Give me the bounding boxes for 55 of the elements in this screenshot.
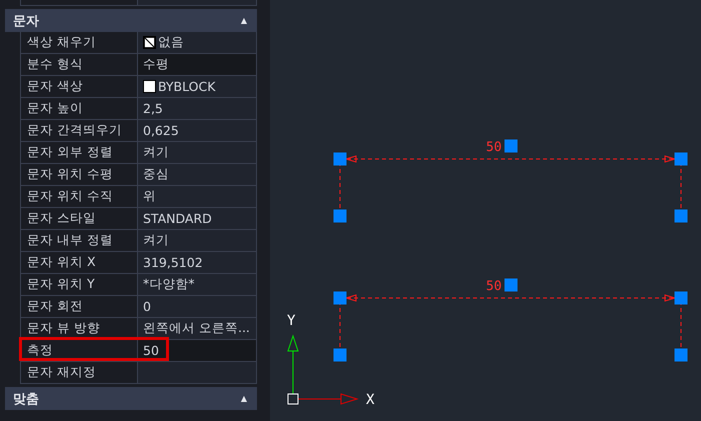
property-value[interactable]: 없음 [138,32,256,53]
value-text: 0,625 [143,123,179,138]
section-title: 맞춤 [13,390,39,408]
dimension-text: 50 [486,140,502,155]
property-value[interactable]: 왼쪽에서 오른쪽... [138,318,256,339]
collapse-caret[interactable]: ▲ [240,394,247,403]
grip-handle[interactable] [674,152,688,166]
y-axis-arrow [287,334,299,394]
property-value[interactable]: 수평 [138,54,256,75]
property-value[interactable]: *다양함* [138,274,256,295]
property-value[interactable]: 0,625 [138,120,256,141]
grip-handle[interactable] [674,348,688,362]
property-value[interactable]: 319,5102 [138,252,256,273]
property-value[interactable]: 2,5 [138,98,256,119]
section-title: 문자 [13,12,39,30]
dimension-text: 50 [486,279,502,294]
x-axis-arrow [298,393,359,405]
value-text: *다양함* [143,276,194,293]
ucs-origin-icon [288,394,298,404]
value-text: 없음 [158,34,184,51]
grip-handle[interactable] [334,210,346,222]
value-text: 0 [143,299,151,314]
value-text: 수평 [143,56,169,73]
property-value[interactable]: 50 [138,340,256,361]
property-value[interactable]: STANDARD [138,208,256,229]
section-header[interactable]: 맞춤 ▲ [5,387,257,410]
grip-handle[interactable] [674,210,688,222]
value-text: STANDARD [143,211,212,226]
property-value[interactable]: 0 [138,296,256,317]
collapse-caret[interactable]: ▲ [240,16,247,25]
property-value[interactable]: 켜기 [138,230,256,251]
no-fill-swatch-icon [143,36,156,49]
value-text: 켜기 [143,144,169,161]
grip-handle[interactable] [504,140,518,152]
y-axis-label: Y [287,313,296,329]
value-text: 2,5 [143,101,163,116]
grip-handle[interactable] [674,292,688,304]
value-text: 50 [143,343,159,358]
value-text: BYBLOCK [158,79,216,94]
value-text: 왼쪽에서 오른쪽... [143,320,250,337]
property-value[interactable]: BYBLOCK [138,76,256,97]
property-value[interactable] [138,362,256,383]
section-header[interactable]: 문자 ▲ [5,9,257,32]
property-value[interactable]: 위 [138,186,256,207]
x-axis-label: X [366,392,374,408]
value-text: 319,5102 [143,255,203,270]
grip-handle[interactable] [334,292,346,304]
property-value[interactable]: 켜기 [138,142,256,163]
grip-handle[interactable] [334,152,346,166]
value-text: 위 [143,188,156,205]
grip-handle[interactable] [504,278,518,292]
property-value[interactable]: 중심 [138,164,256,185]
grip-handle[interactable] [334,348,346,362]
value-text: 켜기 [143,232,169,249]
value-text: 중심 [143,166,169,183]
